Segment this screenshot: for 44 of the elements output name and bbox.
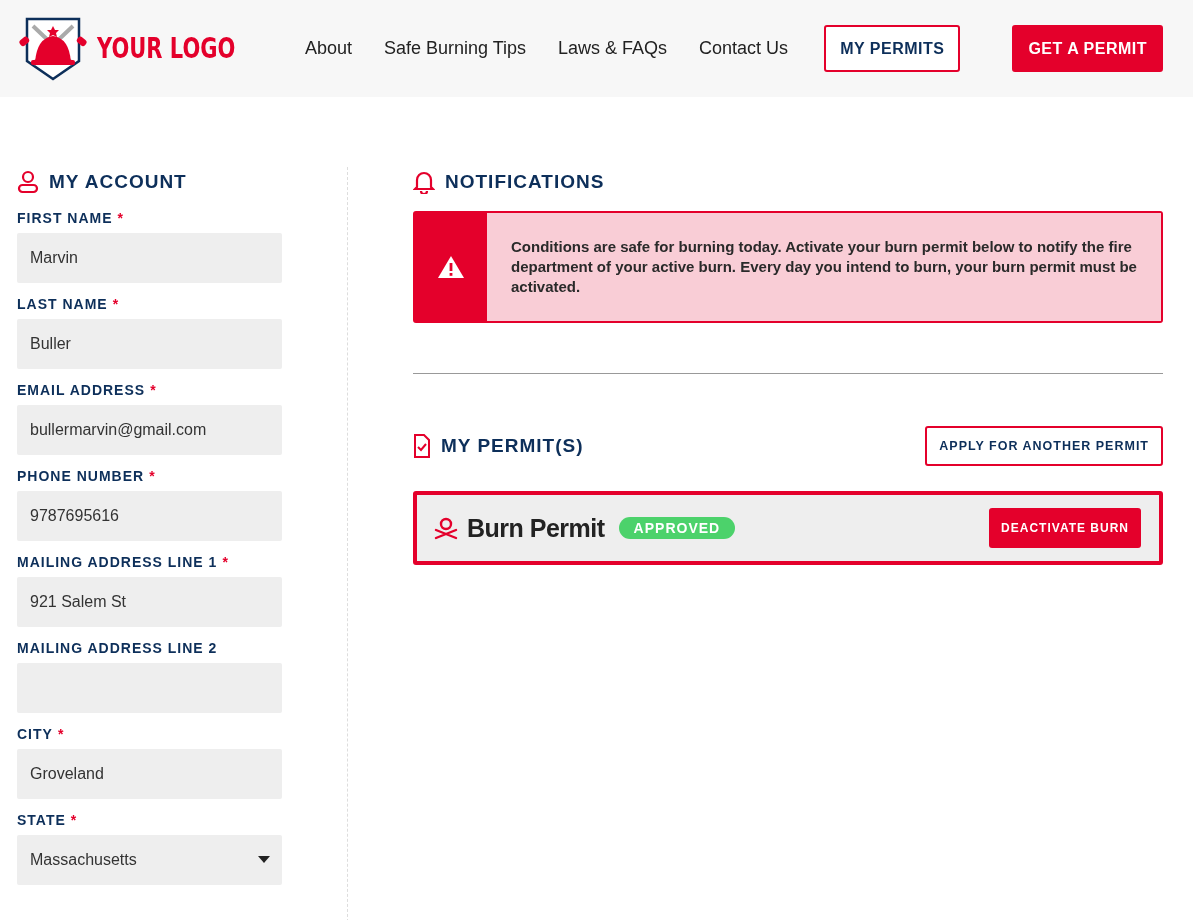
nav-link[interactable]: Contact Us [699, 38, 789, 59]
select-field[interactable]: Massachusetts [17, 835, 282, 885]
input-field[interactable]: 9787695616 [17, 491, 282, 541]
section-title: MY PERMIT(S) [441, 435, 584, 457]
alert-text: Conditions are safe for burning today. Activate your burn permit below to notify the fire department of your active burn. Every day you intend to burn, your burn permit must be activated. [487, 213, 1161, 321]
required-mark: * [57, 726, 65, 744]
nav-link[interactable]: About [304, 38, 352, 59]
bell-icon [413, 170, 435, 194]
field-label: MAILING ADDRESS LINE 2 [17, 640, 218, 658]
field-label: MAILING ADDRESS LINE 1 [17, 554, 218, 572]
input-field[interactable]: Marvin [17, 233, 282, 283]
field-label: EMAIL ADDRESS [17, 382, 146, 400]
input-field[interactable]: bullermarvin@gmail.com [17, 405, 282, 455]
section-title: NOTIFICATIONS [445, 171, 605, 193]
logo-icon [17, 15, 89, 82]
required-mark: * [117, 210, 124, 228]
required-mark: * [70, 812, 78, 830]
permit-name: Burn Permit [467, 513, 605, 543]
document-check-icon [413, 434, 431, 458]
required-mark: * [150, 382, 157, 400]
my-permits-button[interactable]: MY PERMITS [824, 25, 961, 72]
get-permit-button[interactable]: GET A PERMIT [1012, 25, 1163, 72]
campfire-icon [433, 516, 459, 540]
input-field[interactable]: Groveland [17, 749, 282, 799]
nav-link[interactable]: Laws & FAQs [558, 38, 668, 59]
caret-icon [258, 856, 270, 863]
required-mark: * [149, 468, 156, 486]
section-title: MY ACCOUNT [49, 171, 187, 193]
input-field[interactable]: 921 Salem St [17, 577, 282, 627]
status-badge: APPROVED [618, 517, 736, 539]
logo-text: YOUR LOGO [97, 32, 236, 65]
deactivate-button[interactable]: DEACTIVATE BURN [989, 508, 1141, 548]
input-field[interactable]: Buller [17, 319, 282, 369]
field-label: PHONE NUMBER [17, 468, 145, 486]
apply-button[interactable]: APPLY FOR ANOTHER PERMIT [925, 426, 1163, 466]
required-mark: * [112, 296, 120, 314]
nav-link[interactable]: Safe Burning Tips [383, 38, 527, 59]
user-icon [17, 170, 39, 194]
required-mark: * [222, 554, 229, 572]
warning-icon [437, 255, 465, 279]
field-label: STATE [17, 812, 66, 830]
field-label: LAST NAME [17, 296, 108, 314]
field-label: FIRST NAME [17, 210, 113, 228]
field-label: CITY [17, 726, 53, 744]
